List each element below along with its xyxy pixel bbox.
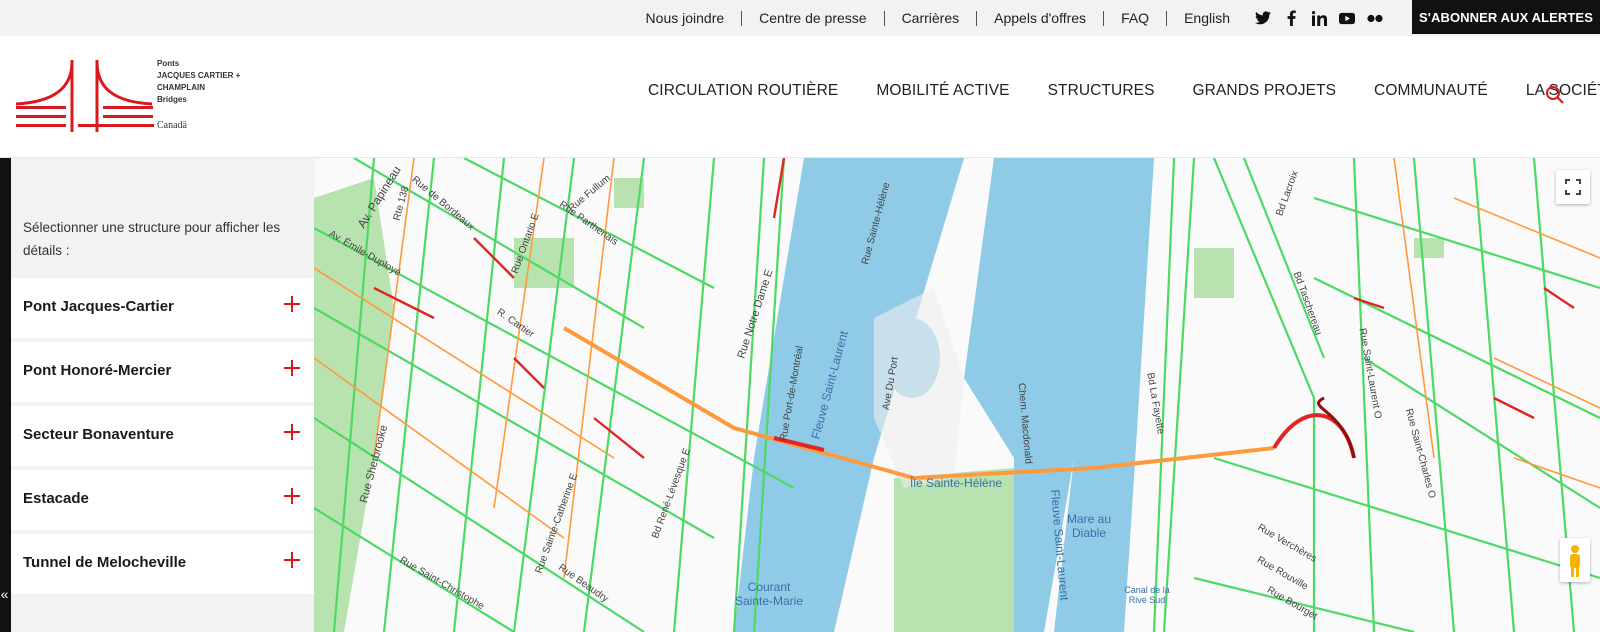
structure-item-tunnel-de-melocheville[interactable]: Tunnel de Melocheville — [11, 534, 314, 594]
search-icon[interactable] — [1545, 85, 1565, 105]
logo-line-bridges: Bridges — [157, 95, 187, 104]
canada-wordmark: Canadä — [157, 120, 187, 131]
nav-structures[interactable]: STRUCTURES — [1048, 82, 1155, 100]
nav-mobilite-active[interactable]: MOBILITÉ ACTIVE — [876, 82, 1009, 100]
nav-grands-projets[interactable]: GRANDS PROJETS — [1193, 82, 1337, 100]
expand-plus-icon[interactable] — [284, 296, 300, 312]
place-label-ile-sainte-helene: Île Sainte-Hélène — [910, 476, 1003, 490]
link-faq[interactable]: FAQ — [1103, 10, 1166, 26]
youtube-icon[interactable] — [1339, 10, 1355, 26]
sidebar-collapse-strip[interactable]: « — [0, 158, 11, 632]
facebook-icon[interactable] — [1283, 10, 1299, 26]
subscribe-alerts-button[interactable]: S'ABONNER AUX ALERTES — [1412, 0, 1600, 34]
pegman-icon — [1570, 545, 1580, 577]
utility-links: Nous joindre Centre de presse Carrières … — [629, 0, 1383, 36]
structure-item-label: Pont Jacques-Cartier — [23, 298, 174, 315]
utility-bar: Nous joindre Centre de presse Carrières … — [0, 0, 1600, 36]
structure-item-pont-jacques-cartier[interactable]: Pont Jacques-Cartier — [11, 278, 314, 338]
link-centre-de-presse[interactable]: Centre de presse — [741, 10, 883, 26]
structures-sidebar: Sélectionner une structure pour afficher… — [11, 158, 314, 632]
link-english[interactable]: English — [1166, 10, 1247, 26]
expand-plus-icon[interactable] — [284, 424, 300, 440]
logo-wordmark: Ponts JACQUES CARTIER + CHAMPLAIN Bridge… — [157, 58, 240, 106]
sidebar-intro: Sélectionner une structure pour afficher… — [23, 220, 281, 258]
structure-item-secteur-bonaventure[interactable]: Secteur Bonaventure — [11, 406, 314, 466]
structure-item-label: Tunnel de Melocheville — [23, 554, 187, 571]
map-canvas[interactable] — [314, 158, 1600, 632]
street-view-pegman-button[interactable] — [1560, 538, 1590, 582]
fullscreen-icon — [1565, 179, 1581, 195]
nav-communaute[interactable]: COMMUNAUTÉ — [1374, 82, 1488, 100]
flickr-icon[interactable] — [1367, 10, 1383, 26]
logo-line-jacques-cartier: JACQUES CARTIER + — [157, 71, 241, 80]
twitter-icon[interactable] — [1255, 10, 1271, 26]
expand-plus-icon[interactable] — [284, 360, 300, 376]
collapse-sidebar-icon[interactable]: « — [0, 586, 11, 602]
logo-line-champlain: CHAMPLAIN — [157, 83, 205, 92]
social-links — [1255, 10, 1383, 26]
link-nous-joindre[interactable]: Nous joindre — [629, 10, 742, 26]
water-label-mare-au-diable: Mare au Diable — [1066, 512, 1112, 540]
link-carrieres[interactable]: Carrières — [883, 10, 977, 26]
main-navigation: CIRCULATION ROUTIÈRE MOBILITÉ ACTIVE STR… — [648, 82, 1600, 100]
logo-line-ponts: Ponts — [157, 59, 180, 68]
site-header: Ponts JACQUES CARTIER + CHAMPLAIN Bridge… — [0, 36, 1600, 158]
pjcci-logo-icon[interactable] — [14, 58, 154, 134]
structure-item-estacade[interactable]: Estacade — [11, 470, 314, 530]
water-label-canal-rive-sud: Canal de la Rive Sud — [1124, 585, 1170, 605]
structure-item-label: Estacade — [23, 490, 89, 507]
structure-item-pont-honore-mercier[interactable]: Pont Honoré-Mercier — [11, 342, 314, 402]
expand-plus-icon[interactable] — [284, 488, 300, 504]
expand-plus-icon[interactable] — [284, 552, 300, 568]
water-label-courant-sainte-marie: Courant Sainte-Marie — [734, 580, 804, 608]
fullscreen-button[interactable] — [1556, 170, 1590, 204]
link-appels-doffres[interactable]: Appels d'offres — [976, 10, 1103, 26]
linkedin-icon[interactable] — [1311, 10, 1327, 26]
structure-item-label: Pont Honoré-Mercier — [23, 362, 172, 379]
nav-circulation-routiere[interactable]: CIRCULATION ROUTIÈRE — [648, 82, 838, 100]
structure-item-label: Secteur Bonaventure — [23, 426, 174, 443]
traffic-map[interactable]: Av. Papineau Rte 138 Rue de Bordeaux R. … — [314, 158, 1600, 632]
